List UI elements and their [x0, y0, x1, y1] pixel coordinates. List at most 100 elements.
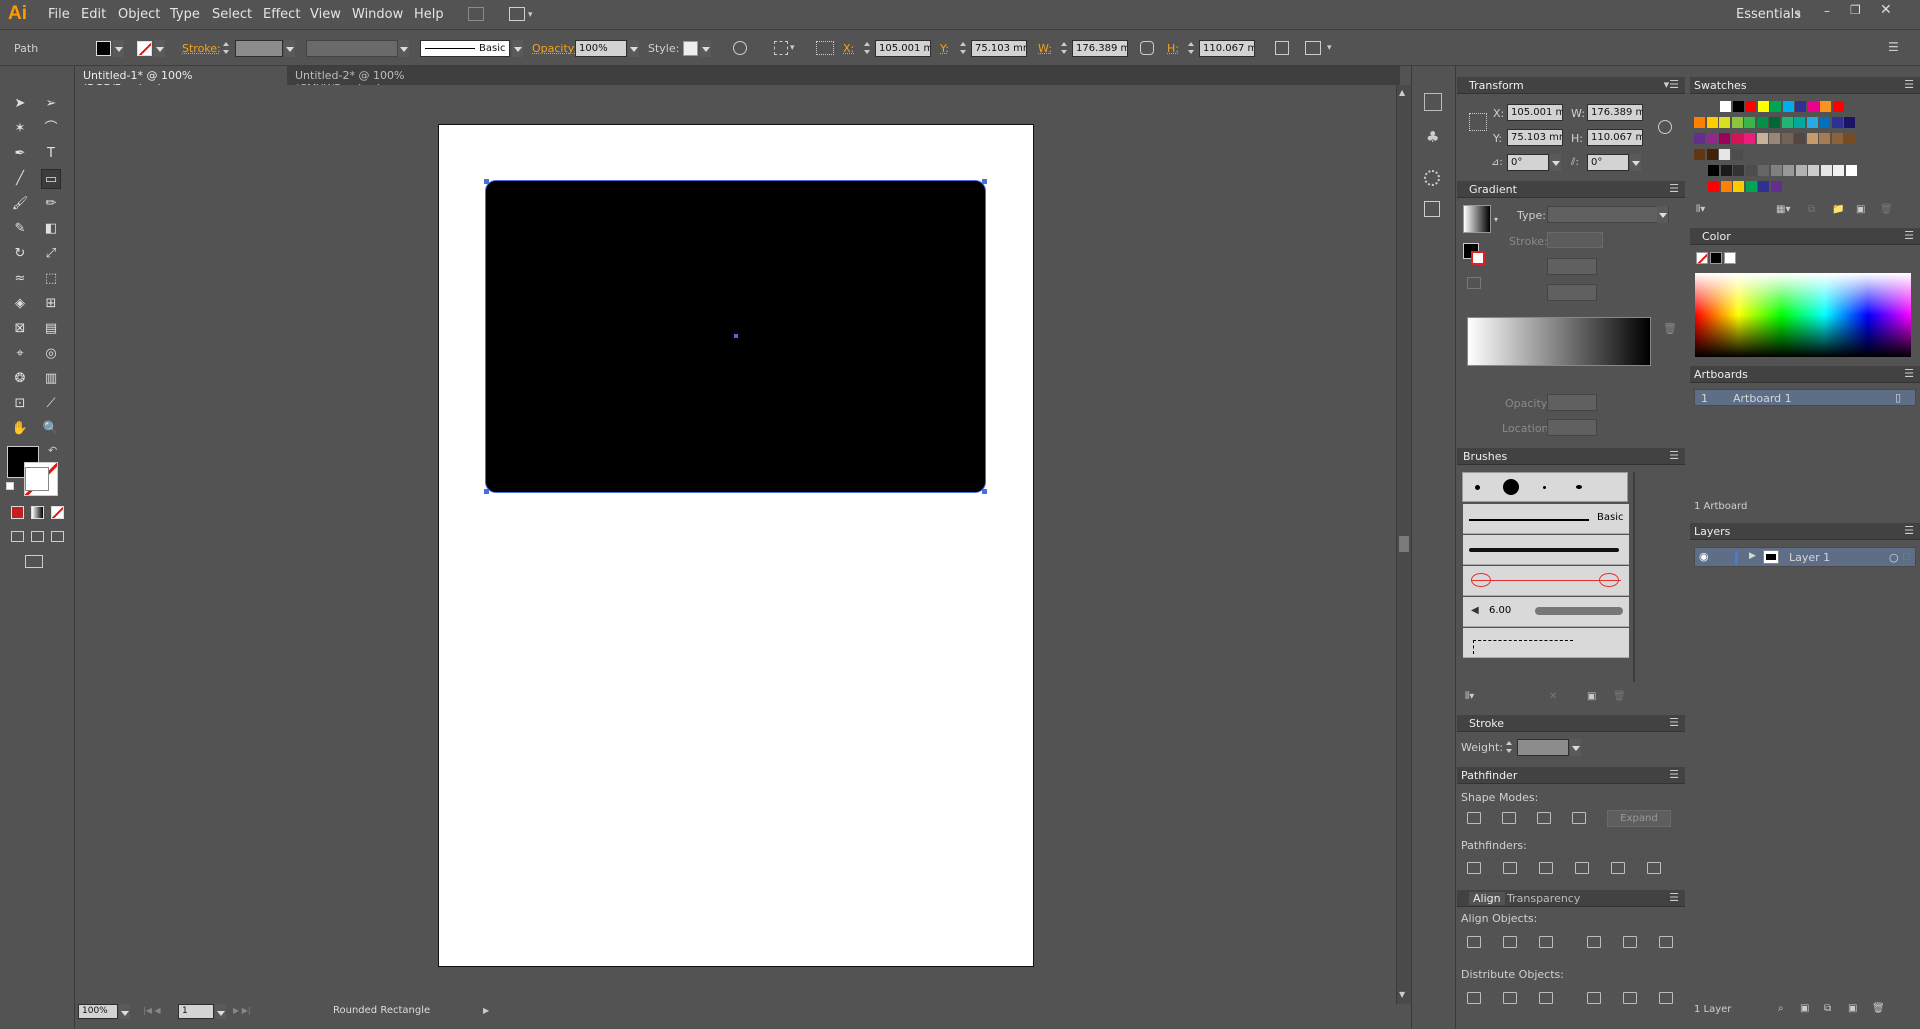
- menu-effect[interactable]: Effect: [263, 7, 300, 22]
- w-stepper[interactable]: [1060, 40, 1069, 57]
- color-swatch[interactable]: [1733, 165, 1744, 176]
- color-swatch[interactable]: [1758, 165, 1769, 176]
- workspace-switcher[interactable]: Essentials: [1736, 7, 1801, 22]
- color-swatch[interactable]: [1807, 101, 1819, 112]
- opacity-field[interactable]: 100%: [575, 40, 627, 57]
- new-color-group-icon[interactable]: 📁: [1832, 204, 1844, 215]
- w-field[interactable]: 176.389 mm: [1072, 40, 1128, 57]
- color-swatch[interactable]: [1720, 181, 1732, 192]
- chevron-down-icon[interactable]: ▾: [528, 10, 533, 20]
- color-swatch[interactable]: [1819, 117, 1830, 128]
- color-swatch[interactable]: [1731, 149, 1743, 160]
- restore-icon[interactable]: ❐: [1850, 3, 1861, 17]
- menu-type[interactable]: Type: [170, 7, 200, 22]
- menu-file[interactable]: File: [48, 7, 70, 22]
- blend-tool-icon[interactable]: ◎: [41, 344, 61, 364]
- graphic-style-swatch[interactable]: [683, 41, 698, 56]
- artboard-options-icon[interactable]: ▯: [1895, 391, 1901, 404]
- scroll-down-icon[interactable]: ▼: [1399, 990, 1405, 999]
- x-stepper[interactable]: [863, 40, 872, 57]
- draw-inside-icon[interactable]: [51, 531, 64, 542]
- color-swatch[interactable]: [1845, 165, 1857, 176]
- color-swatch[interactable]: [1706, 149, 1718, 160]
- recolor-artwork-icon[interactable]: [733, 41, 747, 55]
- y-stepper[interactable]: [959, 40, 968, 57]
- color-swatch[interactable]: [1782, 101, 1794, 112]
- draw-behind-icon[interactable]: [31, 531, 44, 542]
- brush-tip-small[interactable]: [1475, 485, 1480, 490]
- color-swatch[interactable]: [1781, 117, 1793, 128]
- zoom-tool-icon[interactable]: 🔍: [41, 419, 61, 439]
- white-color-icon[interactable]: [1724, 252, 1736, 264]
- draw-normal-icon[interactable]: [11, 531, 24, 542]
- brush-tip-row[interactable]: [1462, 472, 1628, 502]
- target-icon[interactable]: ○: [1889, 551, 1899, 564]
- expand-button[interactable]: Expand: [1607, 810, 1671, 827]
- color-swatch[interactable]: [1831, 133, 1843, 144]
- align-right-icon[interactable]: [1539, 936, 1553, 948]
- color-swatch[interactable]: [1770, 101, 1781, 112]
- fill-color-swatch[interactable]: [96, 41, 111, 56]
- color-swatch[interactable]: [1820, 101, 1831, 112]
- color-swatch[interactable]: [1744, 117, 1755, 128]
- brush-definition[interactable]: Basic: [420, 40, 510, 57]
- color-swatch[interactable]: [1794, 133, 1805, 144]
- selection-tool-icon[interactable]: ➤: [10, 94, 30, 114]
- pathfinder-panel-header[interactable]: Pathfinder ☰: [1457, 767, 1685, 784]
- y-field[interactable]: 75.103 mm: [971, 40, 1027, 57]
- reverse-gradient-icon[interactable]: [1467, 277, 1481, 289]
- transform-shear-field[interactable]: 0°: [1587, 154, 1629, 171]
- distribute-vertical-center-icon[interactable]: [1503, 992, 1517, 1004]
- variable-width-profile[interactable]: [306, 40, 398, 57]
- color-swatch[interactable]: [1769, 117, 1780, 128]
- color-swatch[interactable]: [1731, 117, 1743, 128]
- scroll-up-icon[interactable]: ▲: [1399, 88, 1405, 97]
- tab-align[interactable]: Align: [1469, 892, 1505, 905]
- artboard-nav-dropdown[interactable]: [215, 1004, 226, 1019]
- align-vertical-center-icon[interactable]: [1623, 936, 1637, 948]
- trash-icon[interactable]: 🗑: [1872, 1003, 1885, 1014]
- w-label[interactable]: W:: [1038, 42, 1052, 55]
- color-swatch[interactable]: [1694, 133, 1705, 144]
- gradient-location-field[interactable]: [1547, 419, 1597, 436]
- vertical-scrollbar[interactable]: ▲ ▼: [1396, 85, 1411, 1005]
- color-swatch[interactable]: [1733, 181, 1744, 192]
- gradient-stroke-swatch[interactable]: [1471, 251, 1485, 265]
- color-swatch[interactable]: [1806, 133, 1818, 144]
- direct-selection-tool-icon[interactable]: ➢: [41, 94, 61, 114]
- scroll-thumb[interactable]: [1399, 536, 1409, 552]
- brush-libraries-icon[interactable]: ⫴▾: [1465, 691, 1474, 702]
- black-color-icon[interactable]: [1710, 252, 1722, 264]
- gradient-mode-icon[interactable]: [31, 506, 44, 519]
- color-swatch[interactable]: [1756, 133, 1768, 144]
- perspective-grid-tool-icon[interactable]: ⊞: [41, 294, 61, 314]
- color-swatch[interactable]: [1719, 149, 1730, 160]
- brush-tip-oval[interactable]: [1576, 485, 1582, 489]
- isolate-group-icon[interactable]: [1305, 41, 1321, 55]
- arrange-documents-icon[interactable]: [509, 7, 525, 21]
- brush-dropdown[interactable]: [512, 40, 523, 57]
- color-swatch[interactable]: [1781, 133, 1793, 144]
- width-tool-icon[interactable]: ≈: [10, 269, 30, 289]
- next-artboard-icon[interactable]: ▶ ▶|: [233, 1006, 251, 1015]
- chevron-down-icon[interactable]: ▾: [1796, 10, 1801, 20]
- tab-transparency[interactable]: Transparency: [1507, 892, 1580, 905]
- color-swatch[interactable]: [1769, 133, 1780, 144]
- crop-icon[interactable]: [1575, 862, 1589, 874]
- zoom-field[interactable]: 100%: [78, 1004, 118, 1019]
- trim-icon[interactable]: [1503, 862, 1517, 874]
- constrain-proportions-icon[interactable]: [1658, 120, 1672, 134]
- gradient-aspect-field[interactable]: [1547, 284, 1597, 301]
- swap-colors-icon[interactable]: ↶: [48, 444, 57, 457]
- transform-x-field[interactable]: 105.001 mm: [1507, 104, 1563, 121]
- brush-tip-tiny[interactable]: [1543, 486, 1546, 489]
- brush-basic[interactable]: Basic: [1463, 504, 1629, 534]
- color-swatch[interactable]: [1758, 181, 1769, 192]
- color-swatch[interactable]: [1808, 165, 1819, 176]
- color-swatch[interactable]: [1745, 181, 1757, 192]
- menu-help[interactable]: Help: [414, 7, 444, 22]
- style-dropdown[interactable]: [700, 40, 711, 57]
- close-icon[interactable]: ✕: [1880, 2, 1892, 18]
- stroke-weight-dropdown[interactable]: [1570, 739, 1581, 756]
- distribute-horizontal-center-icon[interactable]: [1623, 992, 1637, 1004]
